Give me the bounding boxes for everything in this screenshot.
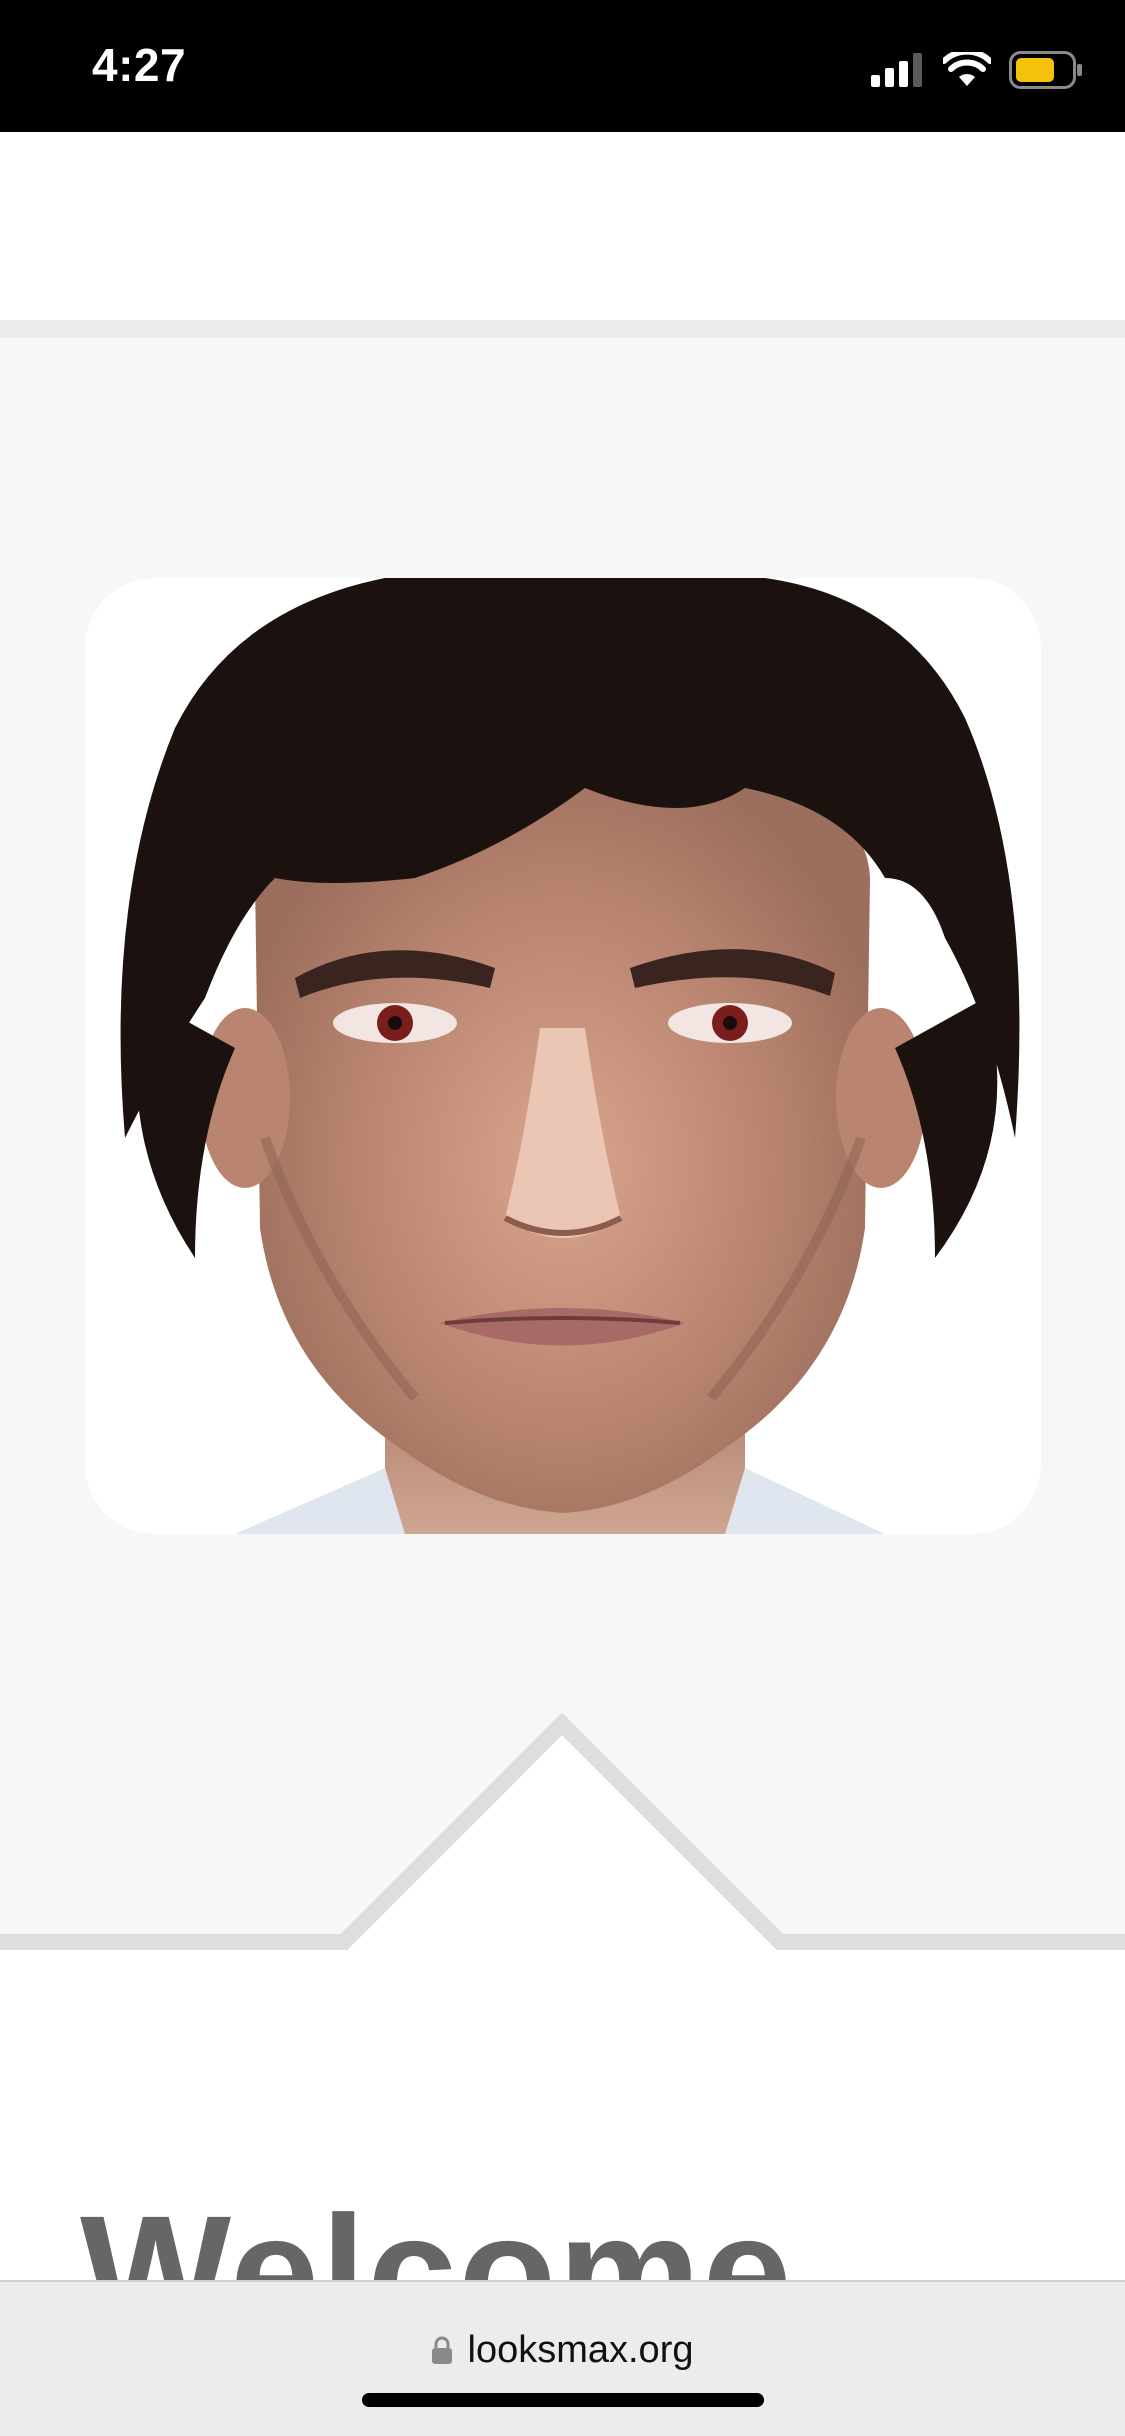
browser-address-bar[interactable]: looksmax.org <box>0 2280 1125 2436</box>
site-header <box>0 132 1125 320</box>
status-bar: 4:27 <box>0 0 1125 132</box>
url-text: looksmax.org <box>467 2328 694 2371</box>
cellular-signal-icon <box>871 53 922 87</box>
status-time: 4:27 <box>92 39 187 91</box>
welcome-heading: Welcome <box>80 2182 794 2280</box>
header-divider <box>0 320 1125 338</box>
section-divider <box>0 1712 1125 1960</box>
home-indicator[interactable] <box>362 2393 764 2407</box>
profile-photo <box>85 578 1041 1534</box>
battery-icon <box>1009 51 1082 89</box>
lock-icon <box>431 2336 452 2364</box>
wifi-icon <box>943 52 991 86</box>
status-icons <box>871 48 1083 92</box>
welcome-section: Welcome <box>0 1950 1125 2280</box>
portrait-image <box>85 578 1041 1534</box>
url-field[interactable]: looksmax.org <box>0 2320 1125 2380</box>
